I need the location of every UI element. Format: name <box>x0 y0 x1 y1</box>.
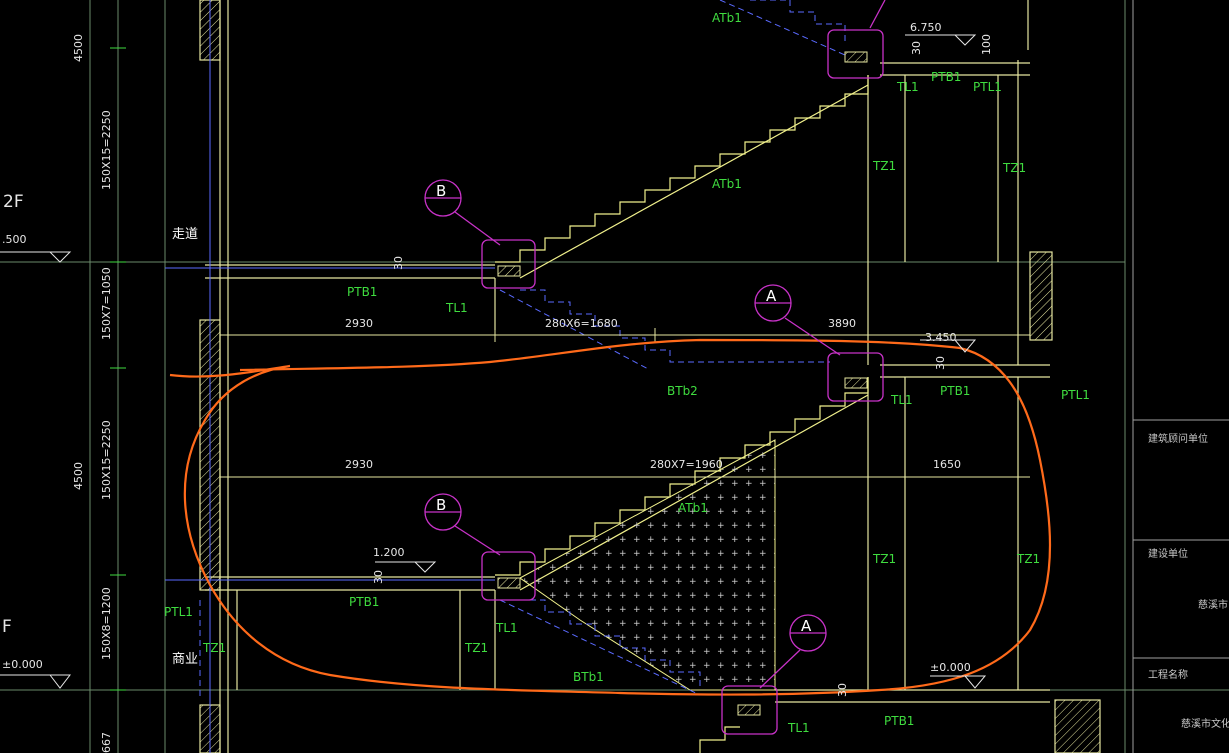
label-ptb1-low-left: PTB1 <box>349 595 379 609</box>
label-atb1-mid: ATb1 <box>712 177 742 191</box>
level-3450: 3.450 <box>925 331 957 344</box>
room-corridor: 走道 <box>172 227 198 242</box>
label-tz1-a: TZ1 <box>872 159 896 173</box>
label-tz1-left: TZ1 <box>202 641 226 655</box>
label-atb1-low: ATb1 <box>678 501 708 515</box>
title-client-value: 慈溪市 <box>1198 598 1228 611</box>
title-consultant: 建筑顾问单位 <box>1148 432 1208 445</box>
label-tz1-low-left: TZ1 <box>464 641 488 655</box>
callout-b-upper: B <box>436 182 446 200</box>
label-tz1-d: TZ1 <box>1016 552 1040 566</box>
thickness-30-c: 30 <box>934 356 947 370</box>
thickness-30-b: 30 <box>910 41 923 55</box>
label-ptl1-right: PTL1 <box>1061 388 1090 402</box>
title-block-frame <box>1132 0 1229 753</box>
level-1200: 1.200 <box>373 546 405 559</box>
floor-label-2f: 2F <box>3 192 24 212</box>
callout-a-lower: A <box>801 617 812 635</box>
title-client: 建设单位 <box>1148 547 1188 560</box>
level-0000: ±0.000 <box>930 661 971 674</box>
floor-elevation-1f: ±0.000 <box>2 658 43 671</box>
dim-left-6: 150X8=1200 <box>100 587 113 660</box>
dim-280x7: 280X7=1960 <box>650 458 723 471</box>
label-ptb1-mid-right: PTB1 <box>940 384 970 398</box>
label-tl1-top-right: TL1 <box>896 80 919 94</box>
markup-cloud <box>169 338 1052 696</box>
label-tl1-mid-right: TL1 <box>890 393 913 407</box>
dim-left-7: 667 <box>100 732 113 753</box>
label-tl1-bottom: TL1 <box>787 721 810 735</box>
label-btb2: BTb2 <box>667 384 698 398</box>
label-tz1-c: TZ1 <box>872 552 896 566</box>
dim-left-4: 4500 <box>72 462 85 490</box>
label-ptl1-left: PTL1 <box>164 605 193 619</box>
label-ptl1-top-right: PTL1 <box>973 80 1002 94</box>
label-atb1-top: ATb1 <box>712 11 742 25</box>
title-project-value: 慈溪市文化 <box>1181 717 1229 730</box>
dim-2930-upper: 2930 <box>345 317 373 330</box>
floor-elevation-2f: .500 <box>2 233 27 246</box>
label-ptb1-top-right: PTB1 <box>931 70 961 84</box>
dim-280x6: 280X6=1680 <box>545 317 618 330</box>
label-ptb1-bottom: PTB1 <box>884 714 914 728</box>
cad-drawing-canvas[interactable]: + <box>0 0 1229 753</box>
thickness-30-e: 30 <box>836 683 849 697</box>
label-tl1-low-left: TL1 <box>495 621 518 635</box>
label-tl1-mid-left: TL1 <box>445 301 468 315</box>
label-ptb1-mid-left: PTB1 <box>347 285 377 299</box>
level-6750: 6.750 <box>910 21 942 34</box>
title-project: 工程名称 <box>1148 668 1188 681</box>
dim-left-1: 4500 <box>72 34 85 62</box>
thickness-30-d: 30 <box>372 570 385 584</box>
dim-2930-lower: 2930 <box>345 458 373 471</box>
dim-left-5: 150X15=2250 <box>100 420 113 500</box>
callout-b-lower: B <box>436 496 446 514</box>
thickness-30-a: 30 <box>392 256 405 270</box>
dim-3890: 3890 <box>828 317 856 330</box>
dim-left-3: 150X7=1050 <box>100 267 113 340</box>
dim-left-2: 150X15=2250 <box>100 110 113 190</box>
callout-a-upper: A <box>766 287 777 305</box>
floor-label-1f: F <box>2 617 12 637</box>
dim-1650: 1650 <box>933 458 961 471</box>
room-shop: 商业 <box>172 652 198 667</box>
label-btb1: BTb1 <box>573 670 604 684</box>
thickness-100: 100 <box>980 34 993 55</box>
label-tz1-b: TZ1 <box>1002 161 1026 175</box>
